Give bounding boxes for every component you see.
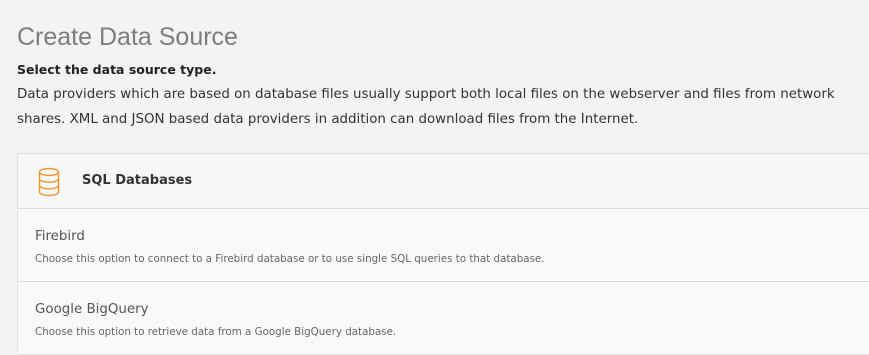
option-title: Google BigQuery	[35, 302, 149, 317]
create-data-source-page: Create Data Source Select the data sourc…	[17, 0, 869, 355]
database-icon	[38, 167, 60, 197]
sql-databases-panel: SQL Databases Firebird Choose this optio…	[17, 153, 869, 355]
page-subtitle: Select the data source type.	[17, 62, 217, 77]
option-title: Firebird	[35, 229, 85, 244]
option-firebird[interactable]: Firebird Choose this option to connect t…	[18, 209, 869, 282]
page-title: Create Data Source	[17, 23, 238, 51]
option-description: Choose this option to retrieve data from…	[35, 326, 397, 338]
option-description: Choose this option to connect to a Fireb…	[35, 253, 545, 265]
page-description: Data providers which are based on databa…	[17, 87, 835, 127]
option-google-bigquery[interactable]: Google BigQuery Choose this option to re…	[18, 282, 869, 355]
panel-header-label: SQL Databases	[82, 173, 193, 188]
panel-header: SQL Databases	[18, 154, 869, 209]
